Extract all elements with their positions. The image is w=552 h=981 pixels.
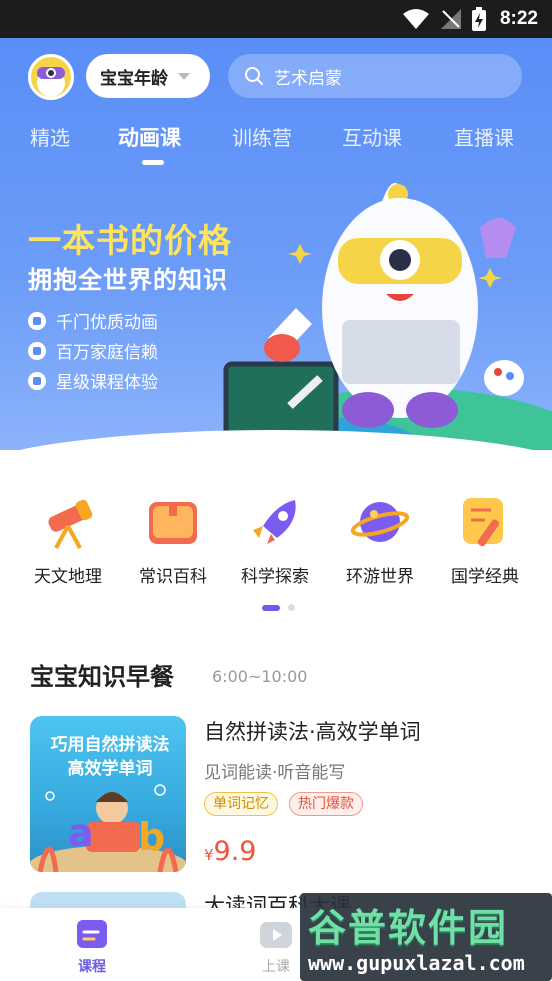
section-time: 6:00~10:00 (212, 667, 308, 686)
search-placeholder: 艺术启蒙 (274, 68, 342, 89)
avatar[interactable] (28, 54, 74, 100)
category-encyclopedia[interactable]: 常识百科 (128, 492, 218, 587)
category-grid: 天文地理 常识百科 科学探索 环游世界 国学经典 (0, 492, 552, 592)
watermark-brand: 谷普软件园 (308, 906, 509, 950)
banner-feature-label: 百万家庭信赖 (56, 343, 158, 363)
category-world-travel[interactable]: 环游世界 (335, 492, 425, 587)
age-selector-button[interactable]: 宝宝年龄 (86, 54, 210, 98)
active-tab-indicator (142, 160, 164, 165)
svg-text:a: a (68, 811, 94, 855)
planet-icon (350, 502, 410, 542)
rocket-icon (253, 500, 296, 544)
wifi-icon (402, 9, 429, 29)
brush-icon (463, 498, 503, 547)
course-tabs: 精选 动画课 训练营 互动课 直播课 (0, 122, 552, 172)
home-badge-icon (28, 341, 46, 360)
no-signal-icon (440, 9, 461, 29)
course-card[interactable]: a b 巧用自然拼读法 高效学单词 自然拼读法·高效学单词 见词能读·听音能写 … (30, 716, 522, 872)
course-subtitle: 见词能读·听音能写 (204, 763, 346, 783)
course-book-icon (77, 920, 107, 948)
tab-live[interactable]: 直播课 (454, 122, 514, 151)
tv-play-icon (260, 922, 292, 948)
banner-feature: 星级课程体验 (28, 368, 158, 393)
tab-animation[interactable]: 动画课 (118, 122, 181, 152)
nav-courses[interactable]: 课程 (52, 918, 132, 976)
banner-feature: 千门优质动画 (28, 308, 158, 333)
star-badge-icon (28, 371, 46, 390)
category-label: 常识百科 (139, 567, 207, 587)
course-title: 自然拼读法·高效学单词 (204, 720, 421, 744)
site-watermark: 谷普软件园 www.gupuxlazal.com (300, 893, 552, 981)
category-pager[interactable] (262, 604, 295, 611)
tab-training-camp[interactable]: 训练营 (232, 122, 292, 151)
book-icon (149, 502, 197, 544)
search-icon (245, 67, 263, 85)
thumbnail-title-line2: 高效学单词 (67, 759, 153, 779)
banner-feature: 百万家庭信赖 (28, 338, 158, 363)
price-value: 9.9 (213, 836, 257, 867)
thumbnail-title-line1: 巧用自然拼读法 (50, 735, 170, 755)
category-science[interactable]: 科学探索 (230, 492, 320, 587)
robot-mascot-illustration (220, 183, 552, 450)
pager-dot-active (262, 604, 280, 611)
tab-featured[interactable]: 精选 (30, 122, 70, 151)
watermark-url: www.gupuxlazal.com (308, 951, 525, 975)
category-chinese-classics[interactable]: 国学经典 (440, 492, 530, 587)
category-label: 环游世界 (346, 567, 414, 587)
hero-banner[interactable]: 宝宝年龄 艺术启蒙 精选 动画课 训练营 互动课 直播课 一本书的价格 拥抱全世… (0, 38, 552, 450)
banner-headline: 一本书的价格 (28, 221, 232, 260)
play-badge-icon (28, 311, 46, 330)
pager-dot (288, 604, 295, 611)
banner-feature-label: 千门优质动画 (56, 313, 158, 333)
battery-charging-icon (471, 7, 486, 31)
status-bar: 8:22 (0, 0, 552, 38)
banner-feature-label: 星级课程体验 (56, 373, 158, 393)
section-title: 宝宝知识早餐 (30, 663, 174, 691)
svg-text:b: b (138, 815, 165, 859)
price-currency: ¥ (204, 846, 214, 864)
category-label: 国学经典 (451, 567, 519, 587)
nav-label: 课程 (78, 959, 106, 975)
course-price: ¥9.9 (204, 836, 257, 867)
tag-hot: 热门爆款 (289, 792, 363, 816)
tab-interactive[interactable]: 互动课 (342, 122, 402, 151)
tag-word-memory: 单词记忆 (204, 792, 278, 816)
status-time: 8:22 (499, 8, 538, 29)
course-thumbnail: a b 巧用自然拼读法 高效学单词 (30, 716, 186, 872)
mascot-avatar-icon (37, 67, 65, 97)
category-astronomy-geography[interactable]: 天文地理 (23, 492, 113, 587)
category-label: 科学探索 (241, 567, 309, 587)
banner-subheadline: 拥抱全世界的知识 (28, 266, 228, 294)
age-selector-label: 宝宝年龄 (100, 68, 168, 89)
telescope-icon (48, 499, 93, 549)
caret-down-icon (178, 72, 190, 80)
search-input[interactable]: 艺术启蒙 (228, 54, 522, 98)
category-label: 天文地理 (34, 567, 102, 587)
